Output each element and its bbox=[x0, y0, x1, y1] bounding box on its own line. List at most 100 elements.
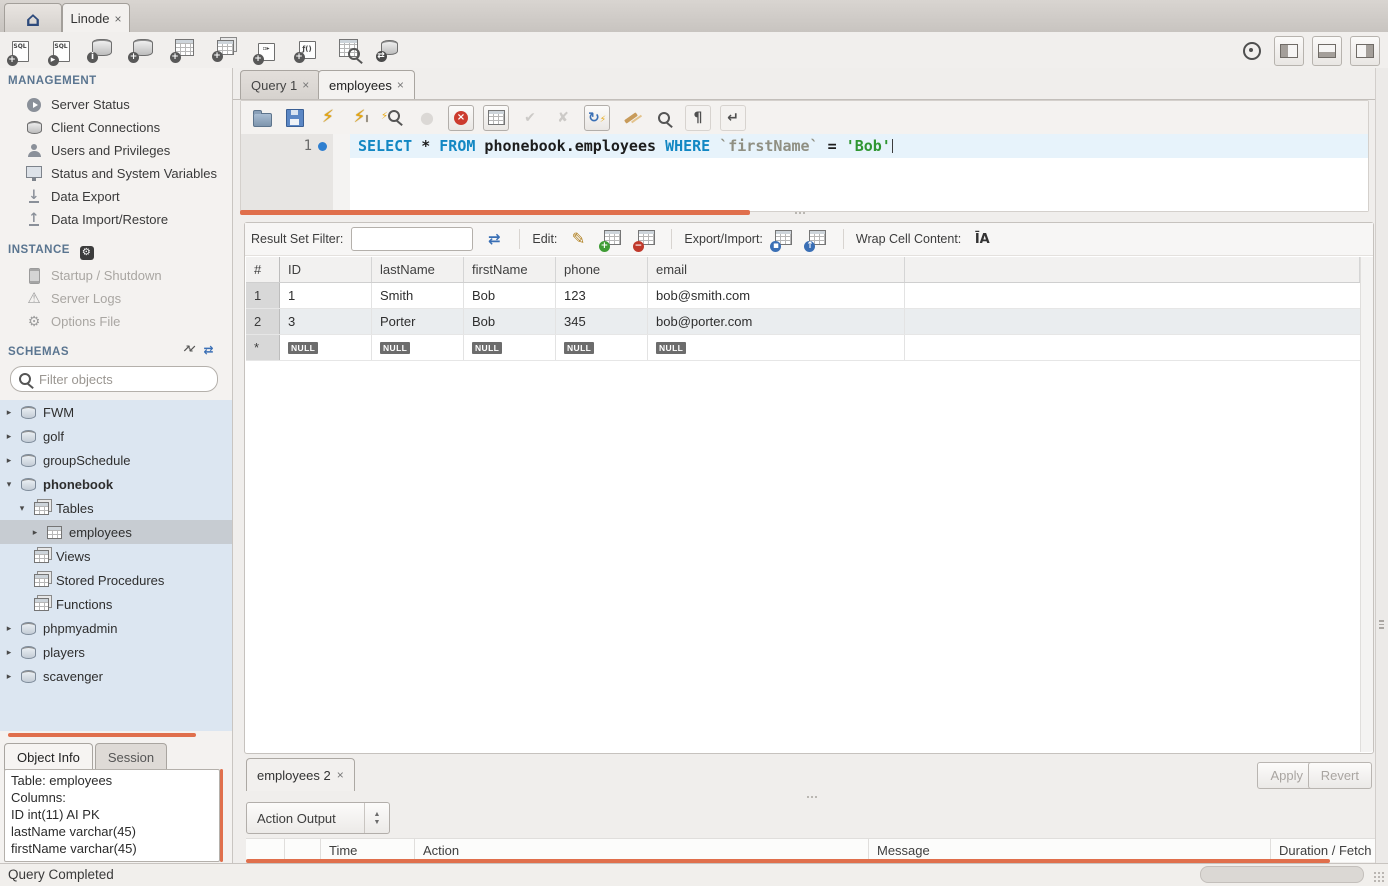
home-tab[interactable]: ⌂ bbox=[4, 3, 62, 33]
sidebar-item-server-status[interactable]: Server Status bbox=[0, 93, 232, 116]
column-header-id[interactable]: ID bbox=[280, 257, 372, 282]
close-tab-icon[interactable]: × bbox=[115, 12, 122, 26]
tree-expand-icon[interactable]: ▸ bbox=[4, 407, 14, 418]
toggle-left-sidebar-icon[interactable] bbox=[1274, 36, 1304, 66]
schema-tree-item-phpmyadmin[interactable]: ▸phpmyadmin bbox=[0, 616, 232, 640]
sql-statement-line[interactable]: SELECT * FROM phonebook.employees WHERE … bbox=[350, 134, 1368, 158]
schema-tree-item-fwm[interactable]: ▸FWM bbox=[0, 400, 232, 424]
tree-expand-icon[interactable]: ▾ bbox=[17, 503, 27, 514]
notifications-icon[interactable] bbox=[1238, 37, 1266, 65]
wrap-cell-content-icon[interactable]: ĪA bbox=[969, 227, 995, 251]
splitter-grip[interactable] bbox=[793, 210, 807, 215]
schema-tree-item-golf[interactable]: ▸golf bbox=[0, 424, 232, 448]
cell-null[interactable]: NULL bbox=[556, 335, 648, 360]
connection-tab-linode[interactable]: Linode× bbox=[62, 3, 130, 33]
result-tab-employees-2[interactable]: employees 2 × bbox=[246, 758, 355, 791]
toggle-bottom-panel-icon[interactable] bbox=[1312, 36, 1342, 66]
right-splitter-grip[interactable] bbox=[1379, 620, 1384, 629]
editor-tab-employees[interactable]: employees× bbox=[318, 70, 415, 99]
import-records-icon[interactable]: ↑ bbox=[805, 227, 831, 251]
create-function-icon[interactable]: ƒ()+ bbox=[293, 35, 321, 63]
schema-tree-item-views[interactable]: Views bbox=[0, 544, 232, 568]
tree-expand-icon[interactable]: ▸ bbox=[4, 431, 14, 442]
row-number-cell[interactable]: 1 bbox=[246, 283, 280, 308]
result-filter-input[interactable] bbox=[351, 227, 473, 251]
sidebar-splitter-handle[interactable] bbox=[8, 733, 196, 737]
selector-spinner-icon[interactable]: ▲▼ bbox=[364, 803, 389, 833]
cell-lastname[interactable]: Smith bbox=[372, 283, 464, 308]
toggle-right-sidebar-icon[interactable] bbox=[1350, 36, 1380, 66]
new-sql-tab-icon[interactable]: SQL+ bbox=[6, 35, 34, 63]
tab-session[interactable]: Session bbox=[95, 743, 167, 770]
new-row-marker[interactable]: * bbox=[246, 335, 280, 360]
refresh-schemas-icon[interactable]: ⇄ bbox=[203, 344, 214, 356]
schema-tree-item-tables[interactable]: ▾Tables bbox=[0, 496, 232, 520]
tree-expand-icon[interactable]: ▸ bbox=[4, 671, 14, 682]
sidebar-item-client-connections[interactable]: Client Connections bbox=[0, 116, 232, 139]
cell-firstname[interactable]: Bob bbox=[464, 283, 556, 308]
tree-expand-icon[interactable]: ▾ bbox=[4, 479, 14, 490]
export-recordset-icon[interactable]: ▪ bbox=[771, 227, 797, 251]
create-table-icon[interactable]: + bbox=[170, 35, 198, 63]
revert-button[interactable]: Revert bbox=[1308, 762, 1372, 789]
autocommit-toggle-icon[interactable]: ↻⚡ bbox=[584, 105, 610, 131]
schema-tree-item-functions[interactable]: Functions bbox=[0, 592, 232, 616]
schema-tree-item-stored-procedures[interactable]: Stored Procedures bbox=[0, 568, 232, 592]
tree-expand-icon[interactable]: ▸ bbox=[30, 527, 40, 538]
explain-statement-icon[interactable]: ⚡ bbox=[382, 106, 406, 130]
output-type-selector[interactable]: Action Output ▲▼ bbox=[246, 802, 390, 834]
cell-lastname[interactable]: Porter bbox=[372, 309, 464, 334]
result-grid-vscrollbar[interactable] bbox=[1360, 257, 1373, 752]
open-script-icon[interactable] bbox=[250, 106, 274, 130]
limit-rows-icon[interactable] bbox=[483, 105, 509, 131]
sidebar-item-data-import-restore[interactable]: ↑Data Import/Restore bbox=[0, 208, 232, 231]
window-resize-grip[interactable] bbox=[1373, 871, 1385, 883]
sidebar-item-users-and-privileges[interactable]: Users and Privileges bbox=[0, 139, 232, 162]
schema-tree-item-employees[interactable]: ▸employees bbox=[0, 520, 232, 544]
delete-row-icon[interactable]: − bbox=[633, 227, 659, 251]
create-view-icon[interactable]: + bbox=[211, 35, 239, 63]
expand-panel-icon[interactable]: ↗↙ bbox=[183, 344, 194, 356]
sidebar-item-options-file[interactable]: ⚙Options File bbox=[0, 310, 232, 333]
tree-expand-icon[interactable]: ▸ bbox=[4, 455, 14, 466]
sidebar-item-startup-shutdown[interactable]: Startup / Shutdown bbox=[0, 264, 232, 287]
tree-expand-icon[interactable]: ▸ bbox=[4, 623, 14, 634]
cell-id[interactable]: 1 bbox=[280, 283, 372, 308]
inspect-database-icon[interactable]: i bbox=[88, 35, 116, 63]
cell-id[interactable]: 3 bbox=[280, 309, 372, 334]
cell-email[interactable]: bob@porter.com bbox=[648, 309, 905, 334]
editor-tab-query-1[interactable]: Query 1× bbox=[240, 70, 320, 99]
column-header-row-number[interactable]: # bbox=[246, 257, 280, 282]
schema-tree-item-phonebook[interactable]: ▾phonebook bbox=[0, 472, 232, 496]
edit-record-icon[interactable]: ✎ bbox=[565, 227, 591, 251]
cell-null[interactable]: NULL bbox=[464, 335, 556, 360]
add-row-icon[interactable]: + bbox=[599, 227, 625, 251]
sidebar-item-server-logs[interactable]: ⚠Server Logs bbox=[0, 287, 232, 310]
editor-result-splitter[interactable] bbox=[240, 210, 750, 215]
column-header-firstname[interactable]: firstName bbox=[464, 257, 556, 282]
output-splitter-grip[interactable] bbox=[805, 794, 819, 799]
cell-null[interactable]: NULL bbox=[372, 335, 464, 360]
reconnect-dbms-icon[interactable]: ⇄ bbox=[375, 35, 403, 63]
stop-on-error-toggle-icon[interactable]: × bbox=[448, 105, 474, 131]
sidebar-item-status-and-system-variables[interactable]: Status and System Variables bbox=[0, 162, 232, 185]
close-editor-tab-icon[interactable]: × bbox=[397, 78, 404, 92]
refresh-results-icon[interactable]: ⇄ bbox=[481, 227, 507, 251]
column-header-email[interactable]: email bbox=[648, 257, 905, 282]
sql-code-area[interactable]: 1 SELECT * FROM phonebook.employees WHER… bbox=[241, 134, 1368, 211]
schema-tree-item-groupschedule[interactable]: ▸groupSchedule bbox=[0, 448, 232, 472]
cell-null[interactable]: NULL bbox=[280, 335, 372, 360]
wrap-text-icon[interactable]: ↵ bbox=[720, 105, 746, 131]
cell-email[interactable]: bob@smith.com bbox=[648, 283, 905, 308]
execute-script-icon[interactable]: ⚡ bbox=[316, 106, 340, 130]
save-script-icon[interactable] bbox=[283, 106, 307, 130]
create-schema-icon[interactable]: + bbox=[129, 35, 157, 63]
cell-phone[interactable]: 123 bbox=[556, 283, 648, 308]
invisible-chars-icon[interactable]: ¶ bbox=[685, 105, 711, 131]
execute-statement-icon[interactable]: ⚡I bbox=[349, 106, 373, 130]
tab-object-info[interactable]: Object Info bbox=[4, 743, 93, 770]
cell-phone[interactable]: 345 bbox=[556, 309, 648, 334]
create-procedure-icon[interactable]: ▫▸+ bbox=[252, 35, 280, 63]
tree-expand-icon[interactable]: ▸ bbox=[4, 647, 14, 658]
beautify-icon[interactable] bbox=[619, 106, 643, 130]
